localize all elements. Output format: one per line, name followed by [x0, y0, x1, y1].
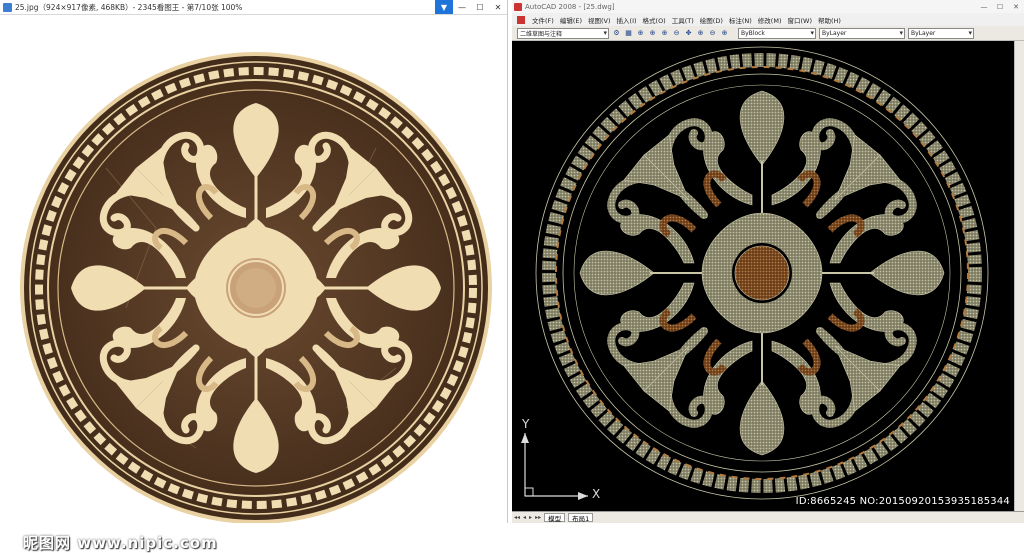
prev-tab-arrow-icon[interactable]: ◂	[523, 514, 526, 521]
next-tab-arrow-icon[interactable]: ▸	[529, 514, 532, 521]
menu-tools[interactable]: 工具(T)	[672, 15, 694, 25]
viewer-titlebar: 25.jpg（924×917像素, 468KB）- 2345看图王 - 第7/1…	[0, 0, 507, 15]
ucs-y-label: Y	[522, 417, 530, 431]
cad-titlebar: AutoCAD 2008 - [25.dwg] — ☐ ✕	[512, 0, 1024, 13]
menu-dimension[interactable]: 标注(N)	[729, 15, 752, 25]
image-viewer-window: 25.jpg（924×917像素, 468KB）- 2345看图王 - 第7/1…	[0, 0, 508, 552]
menu-format[interactable]: 格式(O)	[643, 15, 666, 25]
ucs-icon	[521, 433, 588, 500]
cad-medallion-drawing	[521, 46, 989, 500]
zoom-in-icon[interactable]: ⊕	[660, 29, 669, 38]
document-icon[interactable]	[517, 15, 525, 24]
color-select[interactable]: ByBlock	[738, 27, 816, 39]
menu-edit[interactable]: 编辑(E)	[560, 15, 582, 25]
cad-side-toolbar	[1014, 41, 1024, 511]
maximize-icon[interactable]: ☐	[992, 0, 1008, 13]
menu-insert[interactable]: 插入(I)	[617, 15, 637, 25]
zoom-window-icon[interactable]: ⊕	[648, 29, 657, 38]
zoom-extents-icon[interactable]: ⊕	[696, 29, 705, 38]
pan-icon[interactable]: ✥	[684, 29, 693, 38]
menu-file[interactable]: 文件(F)	[532, 15, 554, 25]
gear-icon[interactable]: ⚙	[612, 29, 621, 38]
watermark-text: 昵图网 www.nipic.com	[23, 534, 218, 552]
viewer-title: 25.jpg（924×917像素, 468KB）- 2345看图王 - 第7/1…	[15, 2, 243, 12]
linetype-select[interactable]: ByLayer	[819, 27, 905, 39]
tab-layout1[interactable]: 布局1	[568, 513, 594, 523]
minimize-icon[interactable]: —	[976, 0, 992, 13]
ucs-x-label: X	[592, 487, 601, 501]
minimize-icon[interactable]: —	[453, 0, 471, 14]
autocad-icon	[514, 2, 522, 11]
first-tab-arrow-icon[interactable]: ◂◂	[514, 514, 520, 521]
maximize-icon[interactable]: ☐	[471, 0, 489, 14]
zoom-prev-icon[interactable]: ⊖	[708, 29, 717, 38]
id-watermark: ID:8665245 NO:20150920153935185344	[795, 496, 1010, 507]
lineweight-select[interactable]: ByLayer	[908, 27, 974, 39]
menu-help[interactable]: 帮助(H)	[818, 15, 841, 25]
menu-modify[interactable]: 修改(M)	[758, 15, 782, 25]
marble-medallion-image	[20, 52, 492, 523]
cad-menubar: 文件(F) 编辑(E) 视图(V) 插入(I) 格式(O) 工具(T) 绘图(D…	[512, 13, 1024, 26]
cad-toolbar: 二维草图与注释 ⚙ ▦ ⊕ ⊕ ⊕ ⊖ ✥ ⊕ ⊖ ⊕ ByBlock ByLa…	[512, 26, 1024, 41]
tab-model[interactable]: 模型	[544, 513, 566, 523]
menu-window[interactable]: 窗口(W)	[787, 15, 812, 25]
menu-view[interactable]: 视图(V)	[588, 15, 611, 25]
viewer-window-buttons: ▼ — ☐ ✕	[435, 0, 507, 14]
grid-icon[interactable]: ▦	[624, 29, 633, 38]
zoom-icon[interactable]: ⊕	[636, 29, 645, 38]
last-tab-arrow-icon[interactable]: ▸▸	[535, 514, 541, 521]
cad-statusbar: ◂◂ ◂ ▸ ▸▸ 模型 布局1	[512, 511, 1024, 523]
close-icon[interactable]: ✕	[489, 0, 507, 14]
menu-arrow-icon[interactable]: ▼	[435, 0, 453, 14]
app-icon	[3, 2, 12, 12]
cad-title: AutoCAD 2008 - [25.dwg]	[525, 2, 615, 11]
zoom-out-icon[interactable]: ⊖	[672, 29, 681, 38]
menu-draw[interactable]: 绘图(D)	[700, 15, 723, 25]
close-icon[interactable]: ✕	[1008, 0, 1024, 13]
autocad-window: AutoCAD 2008 - [25.dwg] — ☐ ✕ 文件(F) 编辑(E…	[512, 0, 1024, 523]
drawing-area[interactable]: Y X	[512, 41, 1014, 511]
image-canvas[interactable]: 昵图网 www.nipic.com	[9, 40, 503, 552]
workspace-select[interactable]: 二维草图与注释	[517, 27, 609, 39]
cad-window-buttons: — ☐ ✕	[976, 0, 1024, 13]
zoom-all-icon[interactable]: ⊕	[720, 29, 729, 38]
